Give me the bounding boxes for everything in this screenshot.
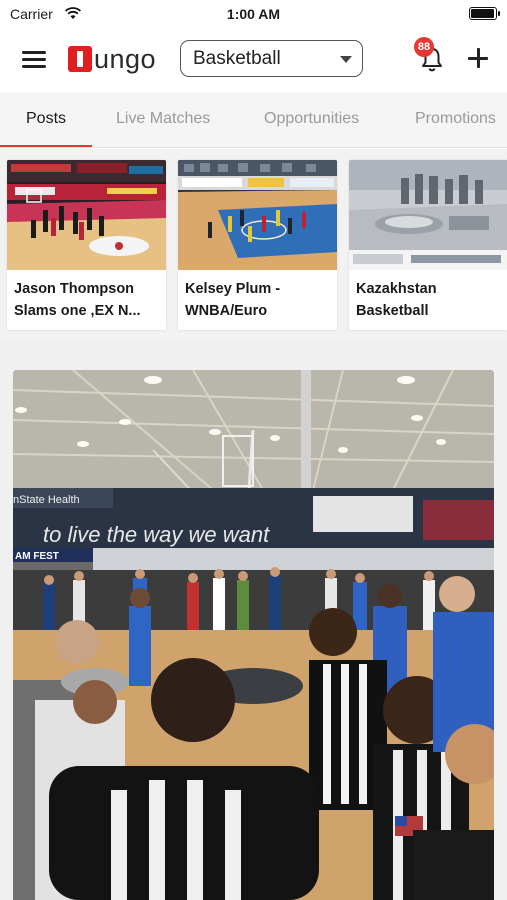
sport-selector[interactable]: Basketball [180, 40, 363, 77]
featured-card-title: Kelsey Plum -WNBA/Euro [185, 281, 281, 319]
chevron-down-icon [340, 56, 352, 63]
banner-sign-fest: AM FEST [15, 551, 59, 562]
tab-bar: Posts Live Matches Opportunities Promoti… [0, 92, 507, 148]
battery-level [471, 9, 494, 18]
banner-slogan: to live the way we want [43, 522, 270, 547]
active-tab-indicator [0, 145, 92, 147]
battery-icon [469, 7, 500, 20]
hamburger-menu-icon[interactable] [22, 48, 48, 70]
featured-card[interactable]: Jason Thompson Slams one ,EX N... [7, 160, 166, 330]
sport-selector-value: Basketball [193, 48, 281, 69]
tab-live-matches[interactable]: Live Matches [116, 110, 210, 128]
featured-card-title: Kazakhstan Basketball [356, 281, 437, 319]
tab-promotions[interactable]: Promotions [415, 110, 496, 128]
notification-badge: 88 [414, 37, 434, 57]
featured-card-title: Jason Thompson Slams one ,EX N... [14, 281, 141, 319]
basketball-game-arena-photo [7, 160, 166, 270]
tab-posts[interactable]: Posts [26, 110, 66, 128]
status-bar: Carrier 1:00 AM [0, 0, 507, 28]
add-post-button[interactable] [466, 46, 490, 70]
logo-text: ungo [94, 43, 157, 74]
logo-mark [68, 46, 92, 72]
gym-referees-crowd-photo: nState Health to live the way we want AM… [13, 370, 494, 900]
city-stadium-aerial-photo [349, 160, 507, 270]
tab-opportunities[interactable]: Opportunities [264, 110, 359, 128]
featured-carousel[interactable]: Jason Thompson Slams one ,EX N... Kelsey… [0, 149, 507, 342]
status-time: 1:00 AM [226, 6, 281, 22]
app-logo: ungo [68, 42, 156, 76]
featured-card[interactable]: Kazakhstan Basketball [349, 160, 507, 330]
featured-card[interactable]: Kelsey Plum -WNBA/Euro [178, 160, 337, 330]
post-card[interactable]: nState Health to live the way we want AM… [13, 370, 494, 900]
banner-sign-left: nState Health [13, 494, 80, 506]
basketball-court-overhead-photo [178, 160, 337, 270]
app-header: ungo Basketball 88 [0, 28, 507, 92]
